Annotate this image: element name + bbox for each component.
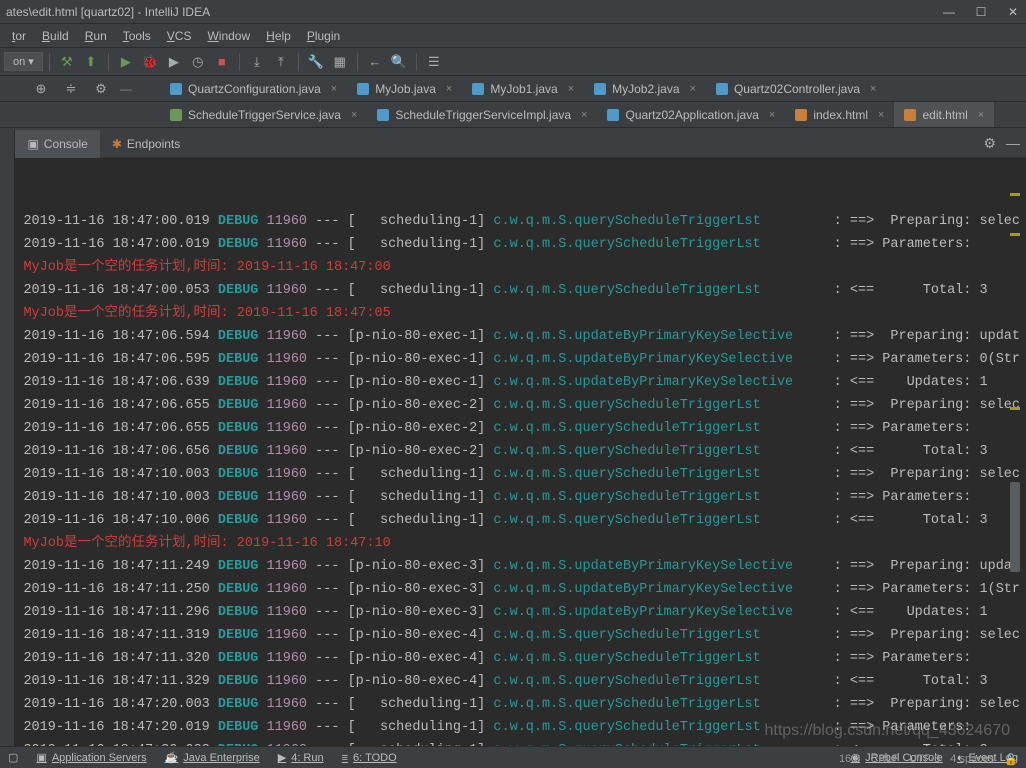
collapse-icon[interactable]: ≑ xyxy=(60,78,82,100)
tab-edit-html[interactable]: edit.html× xyxy=(894,102,994,127)
watermark: https://blog.csdn.net/qq_43624670 xyxy=(764,722,1010,740)
close-tab-icon[interactable]: × xyxy=(581,109,587,121)
line-sep[interactable]: CRLF xyxy=(870,753,899,766)
scroll-thumb[interactable] xyxy=(1010,482,1020,572)
close-tab-icon[interactable]: × xyxy=(446,83,452,95)
caret-pos[interactable]: 16:8 xyxy=(839,753,860,766)
commit-icon[interactable]: ⤒ xyxy=(270,51,292,73)
profile-icon[interactable]: ◷ xyxy=(187,51,209,73)
project-icon[interactable]: ☰ xyxy=(423,51,445,73)
menu-item[interactable]: VCS xyxy=(161,27,198,45)
html-icon xyxy=(904,109,916,121)
java-icon xyxy=(472,83,484,95)
editor-tabs-row2: ScheduleTriggerService.java× ScheduleTri… xyxy=(0,102,1026,128)
structure-icon[interactable]: ▦ xyxy=(329,51,351,73)
java-icon xyxy=(594,83,606,95)
menu-item[interactable]: Plugin xyxy=(301,27,346,45)
title-bar: ates\edit.html [quartz02] - IntelliJ IDE… xyxy=(0,0,1026,24)
menu-item[interactable]: Run xyxy=(79,27,113,45)
update-icon[interactable]: ⤓ xyxy=(246,51,268,73)
menu-item[interactable]: Help xyxy=(260,27,297,45)
tab-myjob1[interactable]: MyJob1.java× xyxy=(462,76,584,101)
tab-scheduletriggerservice[interactable]: ScheduleTriggerService.java× xyxy=(160,102,367,127)
tab-scheduletriggerserviceimpl[interactable]: ScheduleTriggerServiceImpl.java× xyxy=(367,102,597,127)
main-toolbar: on ▾ ⚒ ⬆ ▶ 🐞 ▶ ◷ ■ ⤓ ⤒ 🔧 ▦ ← 🔍 ☰ xyxy=(0,48,1026,76)
toolwin-run[interactable]: ▶ 4: Run xyxy=(278,751,324,764)
java-icon xyxy=(357,83,369,95)
close-tab-icon[interactable]: × xyxy=(978,109,984,121)
tab-quartz02controller[interactable]: Quartz02Controller.java× xyxy=(706,76,887,101)
menu-item[interactable]: tor xyxy=(6,27,32,45)
coverage-icon[interactable]: ▶ xyxy=(163,51,185,73)
debug-icon[interactable]: 🐞 xyxy=(139,51,161,73)
scrollbar[interactable] xyxy=(1010,164,1020,742)
target-icon[interactable]: ⊕ xyxy=(30,78,52,100)
endpoints-icon: ✱ xyxy=(112,137,122,151)
menu-item[interactable]: Tools xyxy=(117,27,157,45)
maximize-icon[interactable]: ☐ xyxy=(974,5,988,19)
close-icon[interactable]: ✕ xyxy=(1006,5,1020,19)
status-right: 16:8 CRLF UTF-8 4 spaces 🔓 xyxy=(839,753,1018,766)
close-tab-icon[interactable]: × xyxy=(870,83,876,95)
java-icon xyxy=(377,109,389,121)
close-tab-icon[interactable]: × xyxy=(331,83,337,95)
window-title: ates\edit.html [quartz02] - IntelliJ IDE… xyxy=(6,5,210,19)
tab-myjob[interactable]: MyJob.java× xyxy=(347,76,462,101)
tab-endpoints[interactable]: ✱Endpoints xyxy=(100,130,192,158)
tab-myjob2[interactable]: MyJob2.java× xyxy=(584,76,706,101)
menu-bar: tor Build Run Tools VCS Window Help Plug… xyxy=(0,24,1026,48)
wrench-icon[interactable]: 🔧 xyxy=(305,51,327,73)
back-icon[interactable]: ← xyxy=(364,51,386,73)
java-icon xyxy=(716,83,728,95)
tab-index-html[interactable]: index.html× xyxy=(785,102,894,127)
close-tab-icon[interactable]: × xyxy=(769,109,775,121)
toolwin-toggle-icon[interactable]: ▢ xyxy=(8,751,18,764)
lock-icon[interactable]: 🔓 xyxy=(1004,753,1018,766)
close-tab-icon[interactable]: × xyxy=(351,109,357,121)
html-icon xyxy=(795,109,807,121)
gear-icon[interactable]: ⚙ xyxy=(983,135,996,152)
build-icon[interactable]: ⬆ xyxy=(80,51,102,73)
tab-quartz-configuration[interactable]: QuartzConfiguration.java× xyxy=(160,76,347,101)
run-tool-window: ▣Console ✱Endpoints ⚙ — 2019-11-16 18:47… xyxy=(0,130,1026,748)
minimize-panel-icon[interactable]: — xyxy=(1006,135,1020,152)
console-output[interactable]: 2019-11-16 18:47:00.019 DEBUG 11960 --- … xyxy=(15,158,1026,748)
java-icon xyxy=(170,83,182,95)
hammer-icon[interactable]: ⚒ xyxy=(56,51,78,73)
tool-gutter[interactable] xyxy=(0,130,15,748)
close-tab-icon[interactable]: × xyxy=(690,83,696,95)
run-config-select[interactable]: on ▾ xyxy=(4,52,43,71)
tab-quartz02application[interactable]: Quartz02Application.java× xyxy=(597,102,785,127)
search-icon[interactable]: 🔍 xyxy=(388,51,410,73)
minimize-icon[interactable]: — xyxy=(942,5,956,19)
run-tabs: ▣Console ✱Endpoints ⚙ — xyxy=(15,130,1026,158)
menu-item[interactable]: Build xyxy=(36,27,75,45)
console-icon: ▣ xyxy=(27,137,38,151)
java-icon xyxy=(607,109,619,121)
toolwin-javaenterprise[interactable]: ☕ Java Enterprise xyxy=(165,751,260,764)
tab-console[interactable]: ▣Console xyxy=(15,130,99,158)
run-icon[interactable]: ▶ xyxy=(115,51,137,73)
close-tab-icon[interactable]: × xyxy=(878,109,884,121)
encoding[interactable]: UTF-8 xyxy=(909,753,940,766)
indent[interactable]: 4 spaces xyxy=(950,753,994,766)
menu-item[interactable]: Window xyxy=(201,27,256,45)
toolwin-appservers[interactable]: ▣ Application Servers xyxy=(36,751,146,764)
gear-icon[interactable]: ⚙ xyxy=(90,78,112,100)
close-tab-icon[interactable]: × xyxy=(568,83,574,95)
toolwin-todo[interactable]: ≡ 6: TODO xyxy=(342,752,397,764)
stop-icon[interactable]: ■ xyxy=(211,51,233,73)
java-interface-icon xyxy=(170,109,182,121)
editor-tabs-row1: ⊕ ≑ ⚙ — QuartzConfiguration.java× MyJob.… xyxy=(0,76,1026,102)
